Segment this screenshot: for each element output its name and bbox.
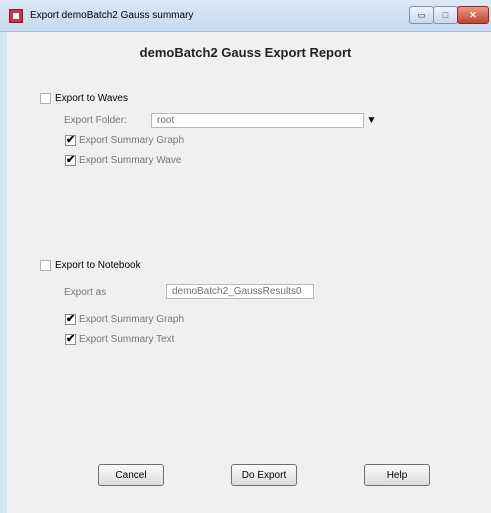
waves-summary-wave-label: Export Summary Wave [79, 155, 182, 166]
report-title: demoBatch2 Gauss Export Report [139, 45, 352, 60]
close-icon: ✕ [469, 9, 477, 20]
window-left-border [0, 32, 7, 513]
export-to-waves-label: Export to Waves [55, 93, 128, 104]
export-to-waves-checkbox[interactable] [40, 93, 51, 104]
do-export-button[interactable]: Do Export [231, 464, 297, 486]
minimize-button[interactable]: ▭ [409, 6, 434, 24]
notebook-summary-graph-label: Export Summary Graph [79, 314, 185, 325]
export-folder-label: Export Folder: [64, 115, 127, 126]
help-button[interactable]: Help [364, 464, 430, 486]
export-to-notebook-checkbox[interactable] [40, 260, 51, 271]
checkmark-icon: ✔ [66, 134, 76, 146]
minimize-icon: ▭ [417, 9, 426, 20]
maximize-icon: □ [442, 9, 449, 20]
dropdown-arrow-icon[interactable]: ▼ [364, 113, 379, 128]
window-title: Export demoBatch2 Gauss summary [30, 10, 194, 21]
export-as-label: Export as [64, 287, 107, 298]
maximize-button[interactable]: □ [433, 6, 458, 24]
title-bar: Export demoBatch2 Gauss summary ▭ □ ✕ [0, 0, 491, 32]
export-to-notebook-label: Export to Notebook [55, 260, 141, 271]
export-folder-dropdown[interactable]: root [151, 113, 364, 128]
checkmark-icon: ✔ [66, 333, 76, 345]
notebook-summary-graph-checkbox[interactable]: ✔ [65, 314, 76, 325]
cancel-button[interactable]: Cancel [98, 464, 164, 486]
checkmark-icon: ✔ [66, 313, 76, 325]
export-as-input[interactable]: demoBatch2_GaussResults0 [166, 284, 314, 299]
close-button[interactable]: ✕ [457, 6, 489, 24]
notebook-summary-text-label: Export Summary Text [79, 334, 175, 345]
waves-summary-graph-label: Export Summary Graph [79, 135, 185, 146]
waves-summary-wave-checkbox[interactable]: ✔ [65, 155, 76, 166]
notebook-summary-text-checkbox[interactable]: ✔ [65, 334, 76, 345]
checkmark-icon: ✔ [66, 154, 76, 166]
waves-summary-graph-checkbox[interactable]: ✔ [65, 135, 76, 146]
app-icon [9, 9, 23, 23]
